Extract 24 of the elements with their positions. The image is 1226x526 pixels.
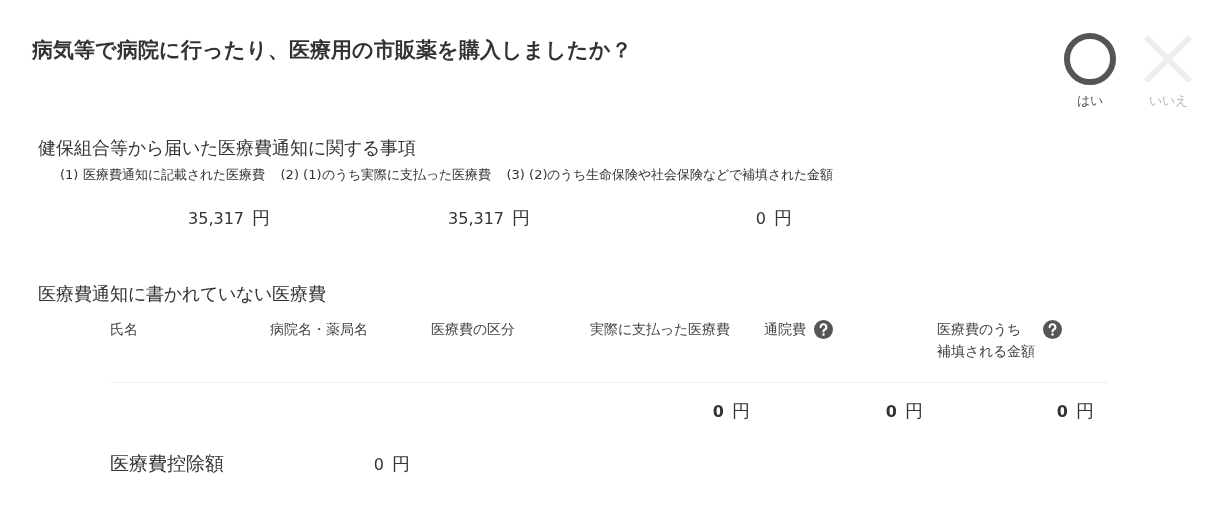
circle-icon (1063, 32, 1117, 86)
column-header: 通院費 (764, 320, 806, 339)
amount-value: 35,317 円 (187, 206, 270, 230)
help-icon[interactable] (1043, 320, 1062, 339)
column-label: (2) (1)のうち実際に支払った医療費 (280, 166, 491, 184)
section-heading: 医療費通知に書かれていない医療費 (38, 282, 327, 306)
help-icon[interactable] (814, 320, 833, 339)
answer-option[interactable]: はい (1062, 32, 1118, 110)
column-label: (3) (2)のうち生命保険や社会保険などで補填された金額 (506, 166, 834, 184)
column-header: 医療費の区分 (431, 320, 515, 339)
section-heading: 健保組合等から届いた医療費通知に関する事項 (38, 136, 417, 160)
amount-value: 35,317 円 (447, 206, 530, 230)
column-header: 氏名 (110, 320, 138, 339)
column-header: 実際に支払った医療費 (590, 320, 730, 339)
column-header: 医療費のうち 補填される金額 (937, 320, 1035, 361)
amount-value: 0 円 (754, 206, 792, 230)
deduction-label: 医療費控除額 (110, 451, 225, 476)
column-label: (1) 医療費通知に記載された医療費 (60, 166, 265, 184)
deduction-value: 0 円 (372, 452, 410, 476)
total-value: 0 円 (1055, 399, 1095, 423)
column-header: 病院名・薬局名 (270, 320, 368, 339)
total-value: 0 円 (711, 399, 751, 423)
total-value: 0 円 (884, 399, 924, 423)
question-title: 病気等で病院に行ったり、医療用の市販薬を購入しましたか？ (32, 37, 632, 64)
